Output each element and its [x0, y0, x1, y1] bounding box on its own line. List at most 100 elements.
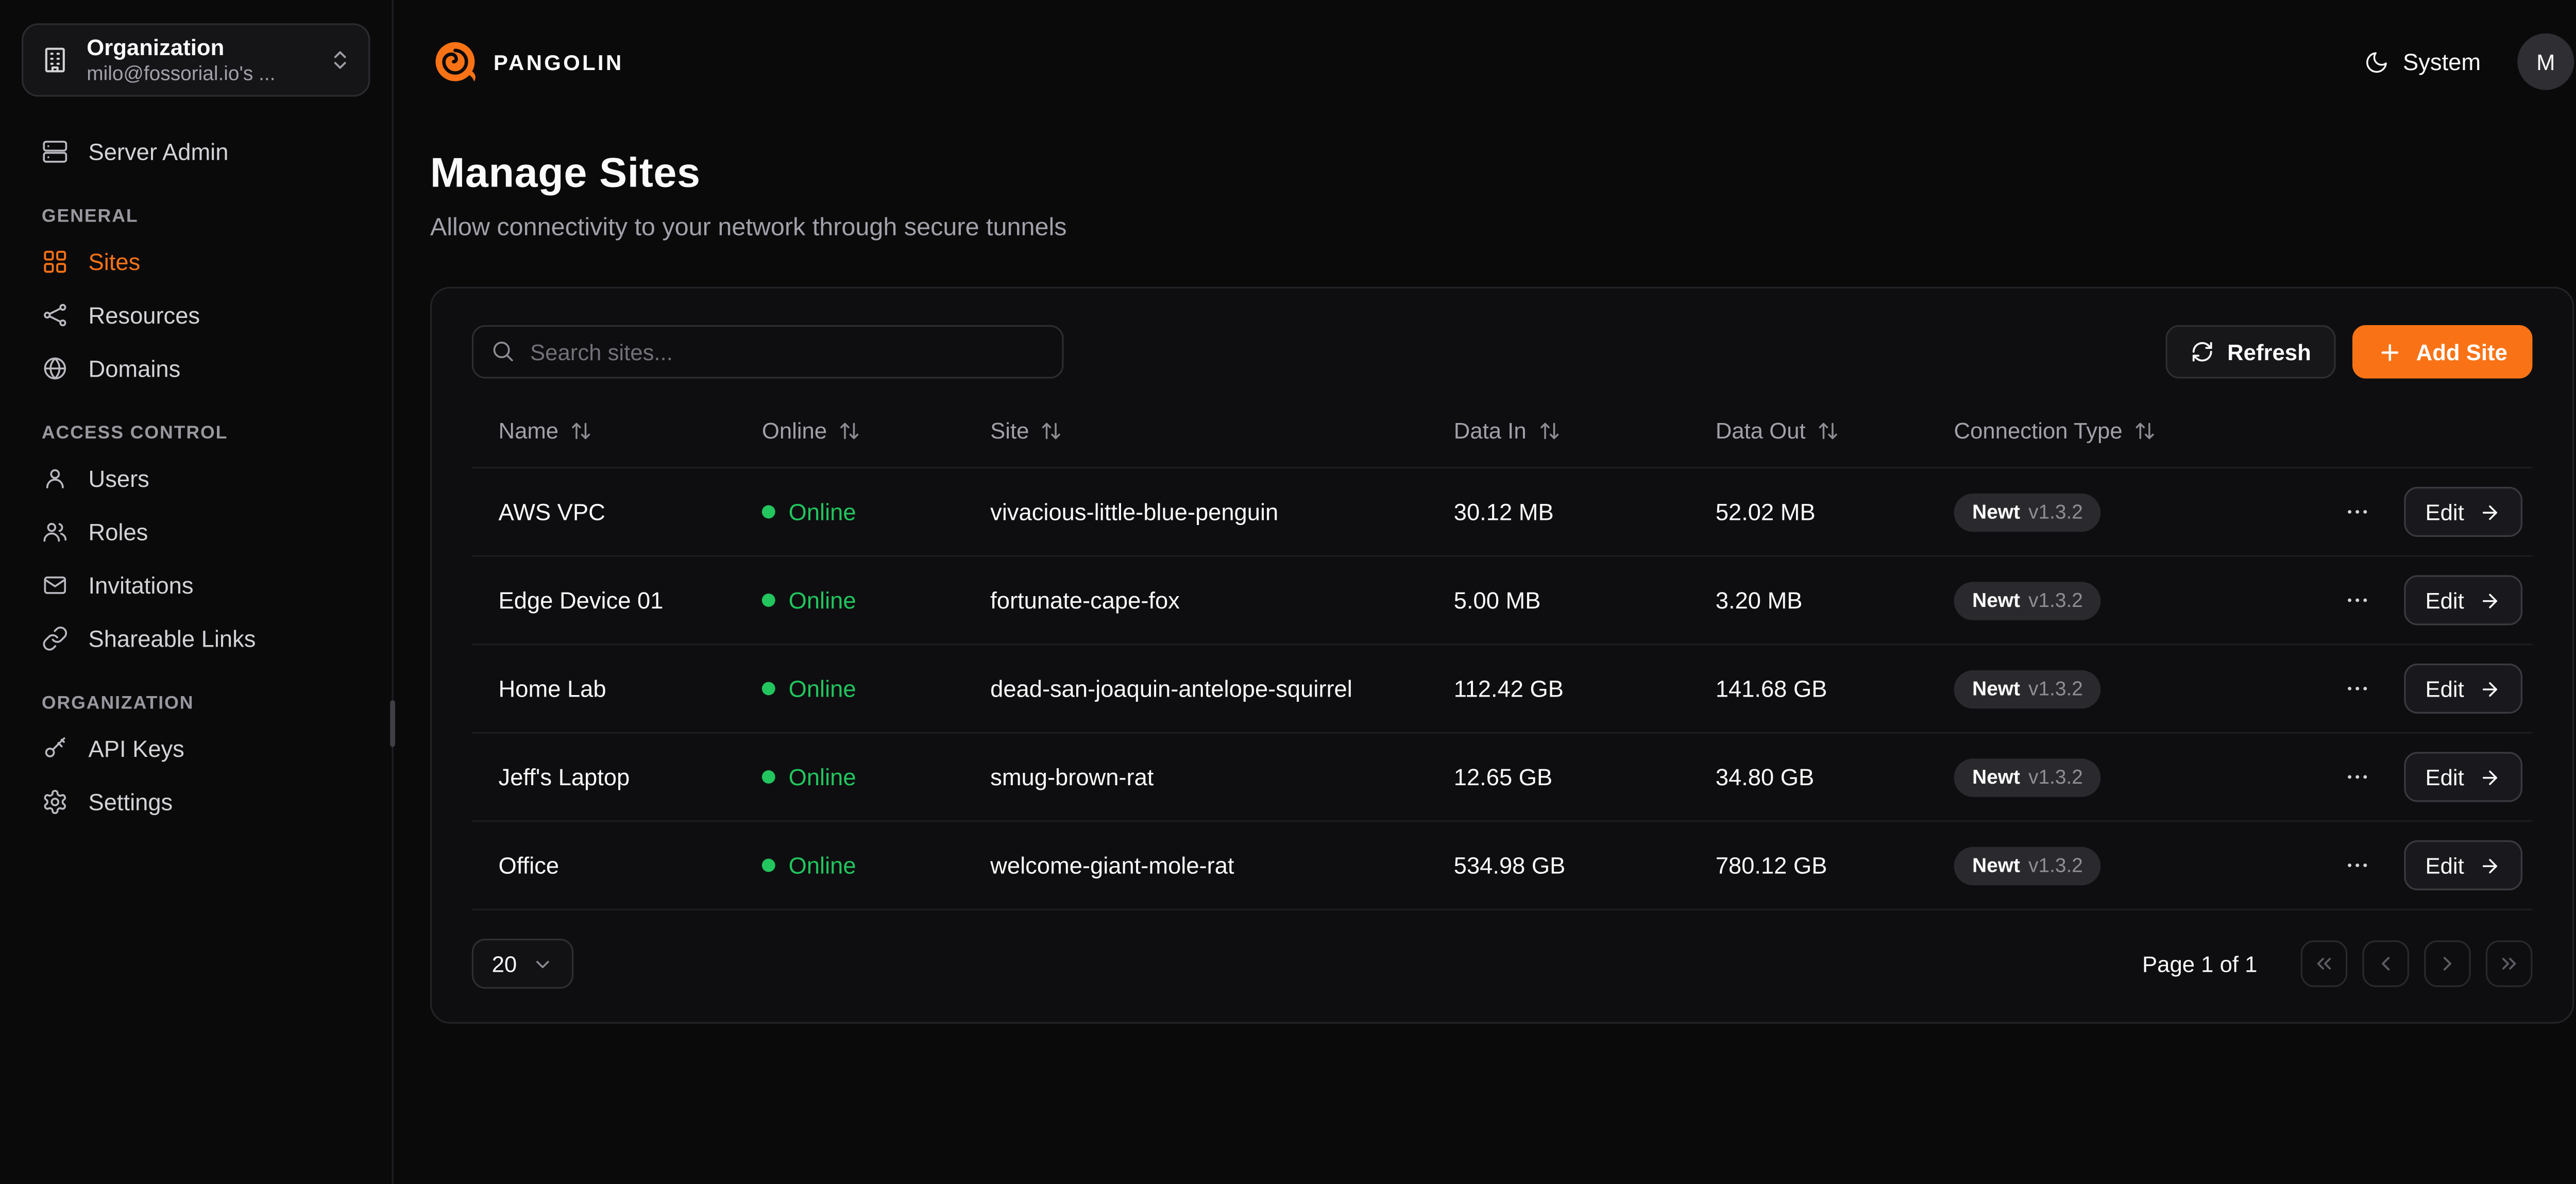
- sidebar-item-label: Users: [89, 465, 149, 492]
- sidebar-scrollbar[interactable]: [390, 700, 395, 747]
- row-more-button[interactable]: [2337, 757, 2377, 797]
- site-name: Office: [472, 852, 735, 879]
- connection-version: v1.3.2: [2028, 588, 2083, 612]
- sort-icon: [1817, 420, 1839, 442]
- search-box: [472, 325, 1064, 379]
- site-status: Online: [735, 675, 963, 702]
- row-more-button[interactable]: [2337, 669, 2377, 709]
- sidebar: Organization milo@fossorial.io's ... Ser…: [0, 0, 394, 1184]
- brand: PANGOLIN: [430, 37, 624, 87]
- refresh-icon: [2191, 340, 2214, 363]
- previous-page-button[interactable]: [2362, 940, 2409, 987]
- search-input[interactable]: [472, 325, 1064, 379]
- sidebar-item-roles[interactable]: Roles: [22, 507, 370, 557]
- organization-selector[interactable]: Organization milo@fossorial.io's ...: [22, 23, 370, 96]
- row-more-button[interactable]: [2337, 580, 2377, 620]
- column-header-site[interactable]: Site: [963, 418, 1427, 444]
- site-data-out: 141.68 GB: [1689, 675, 1927, 702]
- connection-type-badge: Newt v1.3.2: [1954, 493, 2102, 531]
- column-header-connection-type[interactable]: Connection Type: [1927, 418, 2269, 444]
- sidebar-item-server-admin[interactable]: Server Admin: [22, 127, 370, 177]
- online-dot: [762, 859, 775, 872]
- edit-label: Edit: [2425, 765, 2464, 790]
- site-data-in: 30.12 MB: [1427, 499, 1689, 526]
- sort-icon: [570, 420, 592, 442]
- site-data-out: 780.12 GB: [1689, 852, 1927, 879]
- column-header-name[interactable]: Name: [472, 418, 735, 444]
- link-icon: [42, 625, 69, 652]
- table-row: Edge Device 01 Online fortunate-cape-fox…: [472, 555, 2533, 644]
- sidebar-item-domains[interactable]: Domains: [22, 344, 370, 394]
- globe-icon: [42, 355, 69, 382]
- online-dot: [762, 682, 775, 696]
- users-icon: [42, 518, 69, 545]
- organization-subtitle: milo@fossorial.io's ...: [87, 62, 312, 86]
- sites-table: Name Online Site Data In: [472, 405, 2533, 910]
- online-dot: [762, 505, 775, 518]
- ellipsis-icon: [2344, 852, 2370, 879]
- table-row: Jeff's Laptop Online smug-brown-rat 12.6…: [472, 732, 2533, 821]
- column-header-data-in[interactable]: Data In: [1427, 418, 1689, 444]
- online-label: Online: [789, 852, 856, 879]
- edit-label: Edit: [2425, 499, 2464, 525]
- top-bar: PANGOLIN System M: [394, 0, 2576, 90]
- column-header-data-out[interactable]: Data Out: [1689, 418, 1927, 444]
- site-name: AWS VPC: [472, 499, 735, 526]
- arrow-right-icon: [2479, 589, 2501, 611]
- chevron-left-icon: [2374, 952, 2397, 975]
- connection-name: Newt: [1972, 588, 2020, 612]
- next-page-button[interactable]: [2424, 940, 2471, 987]
- connection-name: Newt: [1972, 765, 2020, 788]
- avatar[interactable]: M: [2517, 33, 2574, 90]
- column-header-online[interactable]: Online: [735, 418, 963, 444]
- edit-label: Edit: [2425, 853, 2464, 878]
- last-page-button[interactable]: [2486, 940, 2533, 987]
- edit-label: Edit: [2425, 588, 2464, 613]
- pangolin-logo-icon: [430, 37, 480, 87]
- arrow-right-icon: [2479, 766, 2501, 788]
- connection-type-badge: Newt v1.3.2: [1954, 846, 2102, 884]
- page-size-select[interactable]: 20: [472, 939, 573, 989]
- edit-button[interactable]: Edit: [2403, 664, 2522, 714]
- page-info: Page 1 of 1: [2142, 951, 2257, 976]
- add-site-button[interactable]: Add Site: [2353, 325, 2533, 379]
- site-status: Online: [735, 852, 963, 879]
- online-label: Online: [789, 675, 856, 702]
- sidebar-item-api-keys[interactable]: API Keys: [22, 723, 370, 773]
- edit-button[interactable]: Edit: [2403, 840, 2522, 890]
- page-subtitle: Allow connectivity to your network throu…: [430, 213, 2574, 242]
- row-more-button[interactable]: [2337, 492, 2377, 532]
- connection-version: v1.3.2: [2028, 677, 2083, 700]
- edit-button[interactable]: Edit: [2403, 575, 2522, 625]
- edit-label: Edit: [2425, 676, 2464, 701]
- chevrons-right-icon: [2497, 952, 2520, 975]
- sidebar-item-invitations[interactable]: Invitations: [22, 560, 370, 610]
- edit-button[interactable]: Edit: [2403, 487, 2522, 537]
- theme-toggle[interactable]: System: [2365, 48, 2481, 75]
- sidebar-item-settings[interactable]: Settings: [22, 777, 370, 827]
- page-title: Manage Sites: [430, 150, 2574, 198]
- sidebar-item-sites[interactable]: Sites: [22, 237, 370, 287]
- site-name: Jeff's Laptop: [472, 764, 735, 790]
- ellipsis-icon: [2344, 764, 2370, 790]
- sidebar-item-users[interactable]: Users: [22, 453, 370, 503]
- sidebar-item-label: Settings: [89, 789, 173, 816]
- chevron-right-icon: [2436, 952, 2459, 975]
- refresh-button[interactable]: Refresh: [2165, 325, 2336, 379]
- sidebar-item-label: Sites: [89, 248, 141, 275]
- server-icon: [42, 139, 69, 165]
- online-dot: [762, 594, 775, 607]
- sidebar-item-shareable-links[interactable]: Shareable Links: [22, 614, 370, 664]
- connection-name: Newt: [1972, 677, 2020, 700]
- first-page-button[interactable]: [2301, 940, 2348, 987]
- row-more-button[interactable]: [2337, 845, 2377, 886]
- sidebar-item-label: Server Admin: [89, 139, 229, 165]
- site-name: Home Lab: [472, 675, 735, 702]
- connection-type-badge: Newt v1.3.2: [1954, 758, 2102, 796]
- edit-button[interactable]: Edit: [2403, 752, 2522, 802]
- online-label: Online: [789, 764, 856, 790]
- site-tunnel-name: dead-san-joaquin-antelope-squirrel: [963, 675, 1427, 702]
- sidebar-item-resources[interactable]: Resources: [22, 290, 370, 340]
- refresh-label: Refresh: [2227, 340, 2311, 365]
- table-body: AWS VPC Online vivacious-little-blue-pen…: [472, 467, 2533, 910]
